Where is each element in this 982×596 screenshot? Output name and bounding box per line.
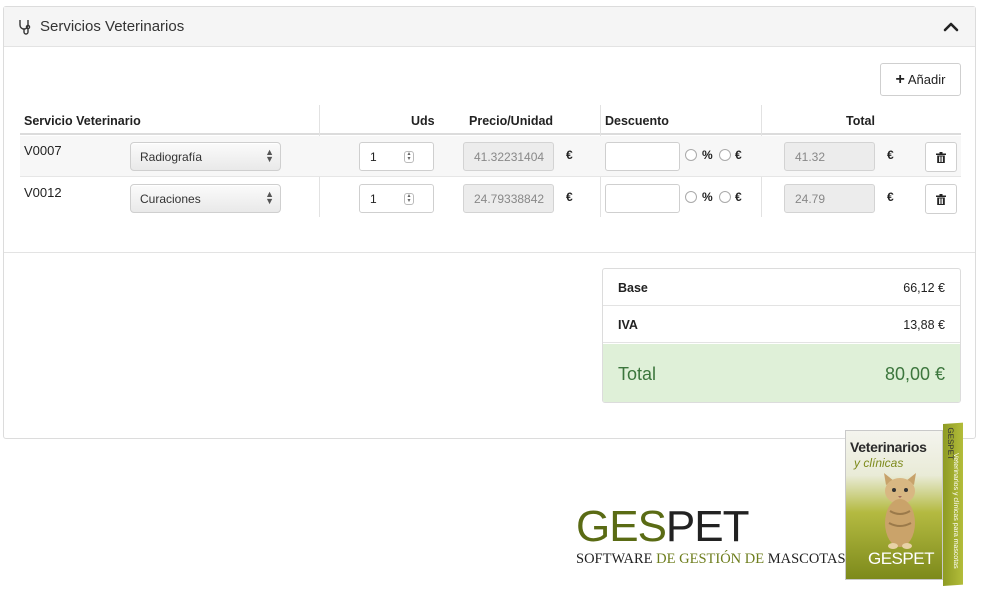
select-arrows-icon: ▲ ▼ <box>265 147 274 164</box>
total-label: Total <box>618 364 657 384</box>
box-title: Veterinarios <box>850 439 927 455</box>
euro-label: € <box>735 190 742 204</box>
trash-icon <box>936 193 946 205</box>
discount-percent-radio[interactable] <box>685 191 697 203</box>
euro-label: € <box>735 148 742 162</box>
product-box-side: GESPET Veterinarios y clínicas para masc… <box>943 422 963 586</box>
quantity-value: 1 <box>370 192 377 206</box>
trash-icon <box>936 151 946 163</box>
discount-input[interactable] <box>605 184 680 213</box>
discount-euro-radio[interactable] <box>719 149 731 161</box>
kitten-icon <box>884 473 916 549</box>
logo-ges: GES <box>576 502 667 551</box>
logo-pet: PET <box>665 502 750 551</box>
add-service-button[interactable]: + Añadir <box>880 63 961 96</box>
iva-value: 13,88 € <box>903 318 945 332</box>
stethoscope-icon <box>19 20 31 35</box>
panel-title: Servicios Veterinarios <box>40 18 185 35</box>
col-unit-price: Precio/Unidad <box>469 114 554 128</box>
col-total: Total <box>846 114 875 128</box>
base-label: Base <box>618 281 648 295</box>
services-panel: Servicios Veterinarios + Añadir Servicio… <box>3 6 976 439</box>
col-discount: Descuento <box>605 114 669 128</box>
currency-label: € <box>887 148 894 162</box>
currency-label: € <box>566 148 573 162</box>
base-value: 66,12 € <box>903 281 945 295</box>
quantity-value: 1 <box>370 150 377 164</box>
currency-label: € <box>887 190 894 204</box>
service-code: V0012 <box>24 185 62 200</box>
totals-summary: Base 66,12 € IVA 13,88 € Total 80,00 € <box>602 268 961 403</box>
table-header: Servicio Veterinario Uds Precio/Unidad D… <box>20 105 961 135</box>
currency-label: € <box>566 190 573 204</box>
tagline-part: MASCOTAS <box>767 551 846 567</box>
delete-row-button[interactable] <box>925 142 957 172</box>
discount-input[interactable] <box>605 142 680 171</box>
quantity-input[interactable]: 1 ▴ ▾ <box>359 142 434 171</box>
service-select-value: Radiografía <box>140 150 203 164</box>
logo-mark: GESPET <box>576 504 836 550</box>
plus-icon: + <box>895 70 905 88</box>
summary-iva-row: IVA 13,88 € <box>603 306 960 343</box>
discount-percent-radio[interactable] <box>685 149 697 161</box>
iva-label: IVA <box>618 318 638 332</box>
add-button-label: Añadir <box>907 72 946 87</box>
row-total-field: 41.32 <box>784 142 875 171</box>
box-logo: GESPET <box>868 549 934 568</box>
product-box-front: Veterinarios y clínicas GESPET <box>845 430 943 580</box>
quantity-input[interactable]: 1 ▴ ▾ <box>359 184 434 213</box>
percent-label: % <box>702 148 713 162</box>
spinner-icon[interactable]: ▴ ▾ <box>404 193 414 205</box>
service-select[interactable]: Curaciones ▲ ▼ <box>130 184 281 213</box>
service-code: V0007 <box>24 143 62 158</box>
service-select-value: Curaciones <box>140 192 201 206</box>
row-total-field: 24.79 <box>784 184 875 213</box>
panel-header[interactable]: Servicios Veterinarios <box>4 7 975 47</box>
unit-price-field: 24.79338842 <box>463 184 554 213</box>
box-subtitle: y clínicas <box>854 456 904 470</box>
service-select[interactable]: Radiografía ▲ ▼ <box>130 142 281 171</box>
delete-row-button[interactable] <box>925 184 957 214</box>
total-value: 80,00 € <box>884 364 945 384</box>
col-service: Servicio Veterinario <box>24 114 141 128</box>
box-side-text: Veterinarios y clínicas para mascotas <box>952 452 959 569</box>
table-row: V0012 Curaciones ▲ ▼ 1 ▴ ▾ 24.79338842 € %… <box>20 178 961 219</box>
logo-tagline: SOFTWARE DE GESTIÓN DE MASCOTAS <box>576 551 846 568</box>
summary-base-row: Base 66,12 € <box>603 269 960 306</box>
select-arrows-icon: ▲ ▼ <box>265 189 274 206</box>
spinner-icon[interactable]: ▴ ▾ <box>404 151 414 163</box>
summary-total-row: Total 80,00 € <box>603 344 960 402</box>
table-row: V0007 Radiografía ▲ ▼ 1 ▴ ▾ 41.32231404 € … <box>20 136 961 177</box>
col-units: Uds <box>411 114 435 128</box>
section-divider <box>4 252 975 253</box>
chevron-up-icon[interactable] <box>941 17 961 37</box>
percent-label: % <box>702 190 713 204</box>
gespet-logo: GESPET SOFTWARE DE GESTIÓN DE MASCOTAS <box>576 504 846 576</box>
tagline-part: SOFTWARE <box>576 551 653 567</box>
unit-price-field: 41.32231404 <box>463 142 554 171</box>
product-box-image: Veterinarios y clínicas GESPET GESPET Ve… <box>845 422 965 588</box>
discount-euro-radio[interactable] <box>719 191 731 203</box>
tagline-part: DE GESTIÓN DE <box>656 551 765 567</box>
